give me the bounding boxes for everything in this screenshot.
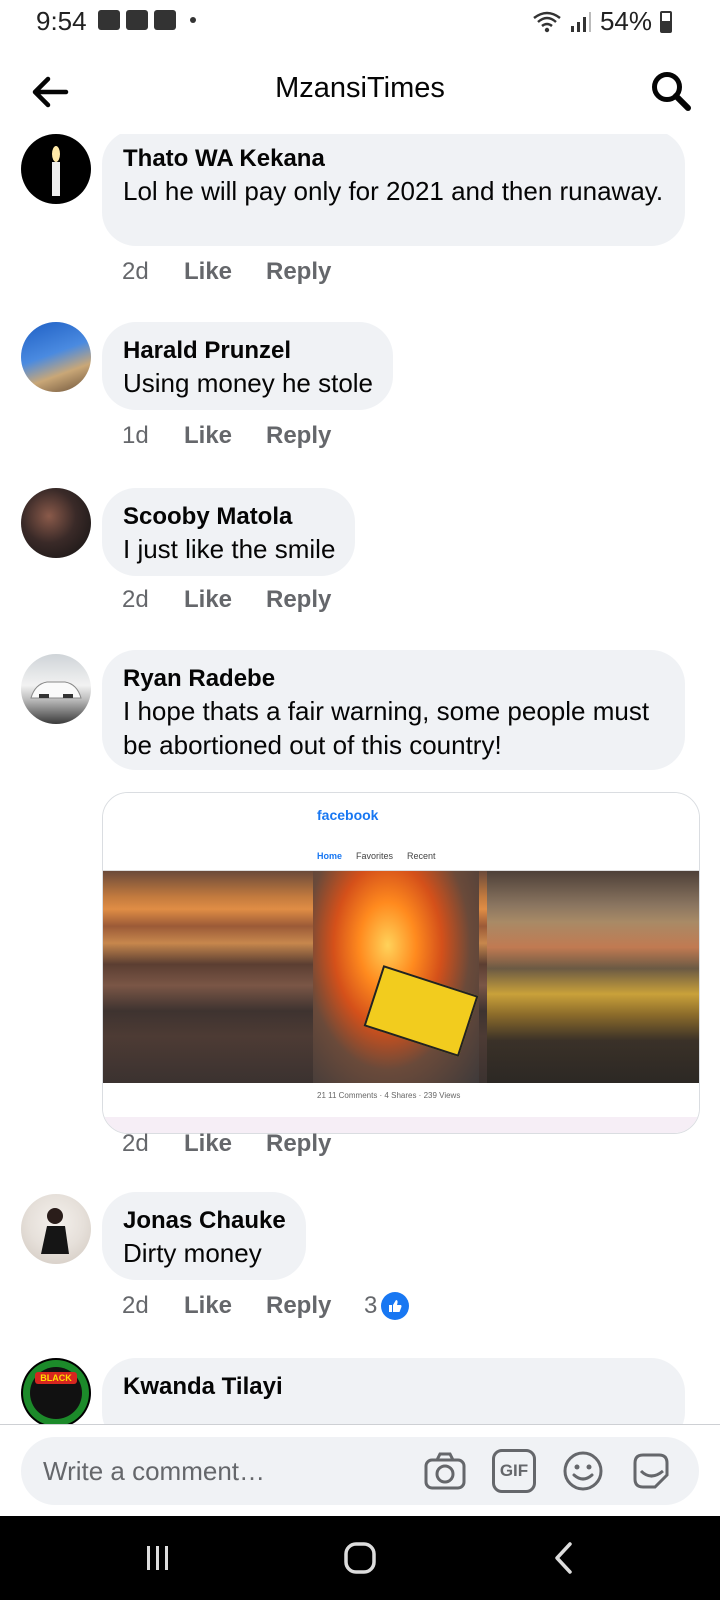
screenshot-footer: 21 11 Comments · 4 Shares · 239 Views — [103, 1083, 699, 1133]
avatar[interactable] — [21, 322, 91, 392]
gif-button[interactable]: GIF — [492, 1449, 536, 1493]
notification-icons — [98, 10, 196, 30]
battery-icon — [660, 10, 672, 33]
comment-box[interactable]: GIF — [21, 1437, 699, 1505]
comment-actions: 2d Like Reply 3 — [122, 1292, 410, 1320]
comment-bubble[interactable]: Ryan Radebe I hope thats a fair warning,… — [102, 650, 685, 770]
emoji-icon[interactable] — [561, 1449, 605, 1493]
screenshot-tab: Recent — [407, 851, 436, 861]
comment-actions: 1d Like Reply — [122, 422, 364, 450]
video-frame-right — [487, 871, 699, 1083]
recent-apps-icon[interactable] — [138, 1538, 178, 1578]
comment-time[interactable]: 2d — [122, 258, 184, 286]
comment-author[interactable]: Jonas Chauke — [123, 1206, 286, 1236]
comment-input[interactable] — [43, 1437, 403, 1505]
avatar-logo: BLACK — [23, 1360, 89, 1424]
comment-bubble[interactable]: Jonas Chauke Dirty money — [102, 1192, 306, 1280]
page-title: MzansiTimes — [275, 72, 445, 104]
comment-author[interactable]: Scooby Matola — [123, 502, 335, 532]
reply-button[interactable]: Reply — [266, 1130, 364, 1158]
person-icon — [41, 1208, 69, 1254]
avatar-logo-text: BLACK — [40, 1373, 72, 1383]
comment-bubble[interactable]: Harald Prunzel Using money he stole — [102, 322, 394, 410]
comment-bubble[interactable]: Kwanda Tilayi — [102, 1358, 685, 1424]
system-icons: 54% — [532, 6, 672, 37]
candle-icon — [52, 146, 60, 196]
screenshot-brand: facebook — [317, 807, 379, 823]
gallery-icon — [98, 10, 120, 30]
signal-icon — [570, 11, 591, 32]
comment-composer: GIF — [0, 1424, 720, 1516]
comment-time[interactable]: 2d — [122, 586, 184, 614]
comment-bubble[interactable]: Scooby Matola I just like the smile — [102, 488, 356, 576]
wifi-icon — [533, 11, 561, 32]
battery-level: 54% — [599, 6, 652, 36]
avatar[interactable] — [21, 1194, 91, 1264]
gif-label: GIF — [499, 1461, 529, 1480]
comment-actions: 2d Like Reply — [122, 1130, 364, 1158]
car-icon — [30, 681, 82, 699]
like-button[interactable]: Like — [184, 1130, 266, 1158]
back-nav-icon[interactable] — [544, 1538, 584, 1578]
screenshot-tab: Favorites — [356, 851, 394, 861]
thumbs-up-icon — [381, 1292, 410, 1320]
like-button[interactable]: Like — [184, 422, 266, 450]
sticker-icon[interactable] — [629, 1449, 673, 1493]
comment-text: I just like the smile — [123, 534, 336, 564]
like-button[interactable]: Like — [184, 258, 266, 286]
comment-bubble[interactable]: Thato WA Kekana Lol he will pay only for… — [102, 134, 685, 246]
comment-time[interactable]: 2d — [122, 1130, 184, 1158]
reply-button[interactable]: Reply — [266, 586, 364, 614]
avatar[interactable]: BLACK — [21, 1358, 91, 1424]
comment-time[interactable]: 1d — [122, 422, 184, 450]
avatar[interactable] — [21, 654, 91, 724]
home-icon[interactable] — [340, 1538, 380, 1578]
status-bar: 9:54 54% — [0, 0, 720, 46]
reply-button[interactable]: Reply — [266, 422, 364, 450]
top-bar: MzansiTimes — [0, 50, 720, 134]
reaction-number: 3 — [364, 1292, 378, 1319]
screenshot-header: facebook Home Favorites Recent — [103, 793, 699, 871]
youtube-icon — [126, 10, 148, 30]
reaction-count[interactable]: 3 — [364, 1292, 410, 1320]
reply-button[interactable]: Reply — [266, 1292, 364, 1320]
comment-text: Using money he stole — [123, 368, 374, 398]
attached-image[interactable]: facebook Home Favorites Recent 21 11 Com… — [102, 792, 700, 1134]
more-notifications-icon — [190, 17, 196, 23]
comment-text: Dirty money — [123, 1238, 262, 1268]
avatar[interactable] — [21, 488, 91, 558]
comment-actions: 2d Like Reply — [122, 258, 364, 286]
comment-author[interactable]: Thato WA Kekana — [123, 144, 665, 174]
camera-icon[interactable] — [423, 1449, 467, 1493]
comment-text: I hope thats a fair warning, some people… — [123, 696, 650, 760]
comment-text: Lol he will pay only for 2021 and then r… — [123, 176, 664, 206]
screenshot-stats: 21 11 Comments · 4 Shares · 239 Views — [317, 1091, 461, 1100]
like-button[interactable]: Like — [184, 586, 266, 614]
system-navigation-bar — [0, 1516, 720, 1600]
screenshot-tab: Home — [317, 851, 343, 861]
avatar[interactable] — [21, 134, 91, 204]
status-time: 9:54 — [36, 6, 87, 36]
comment-actions: 2d Like Reply — [122, 586, 364, 614]
comment-author[interactable]: Ryan Radebe — [123, 664, 665, 694]
comment-list[interactable]: Thato WA Kekana Lol he will pay only for… — [0, 134, 720, 1424]
screenshot-tabs: Home Favorites Recent — [317, 851, 436, 861]
news-icon — [154, 10, 176, 30]
search-icon[interactable] — [648, 68, 694, 114]
comment-author[interactable]: Kwanda Tilayi — [123, 1372, 665, 1402]
reply-button[interactable]: Reply — [266, 258, 364, 286]
comment-author[interactable]: Harald Prunzel — [123, 336, 373, 366]
comment-time[interactable]: 2d — [122, 1292, 184, 1320]
like-button[interactable]: Like — [184, 1292, 266, 1320]
